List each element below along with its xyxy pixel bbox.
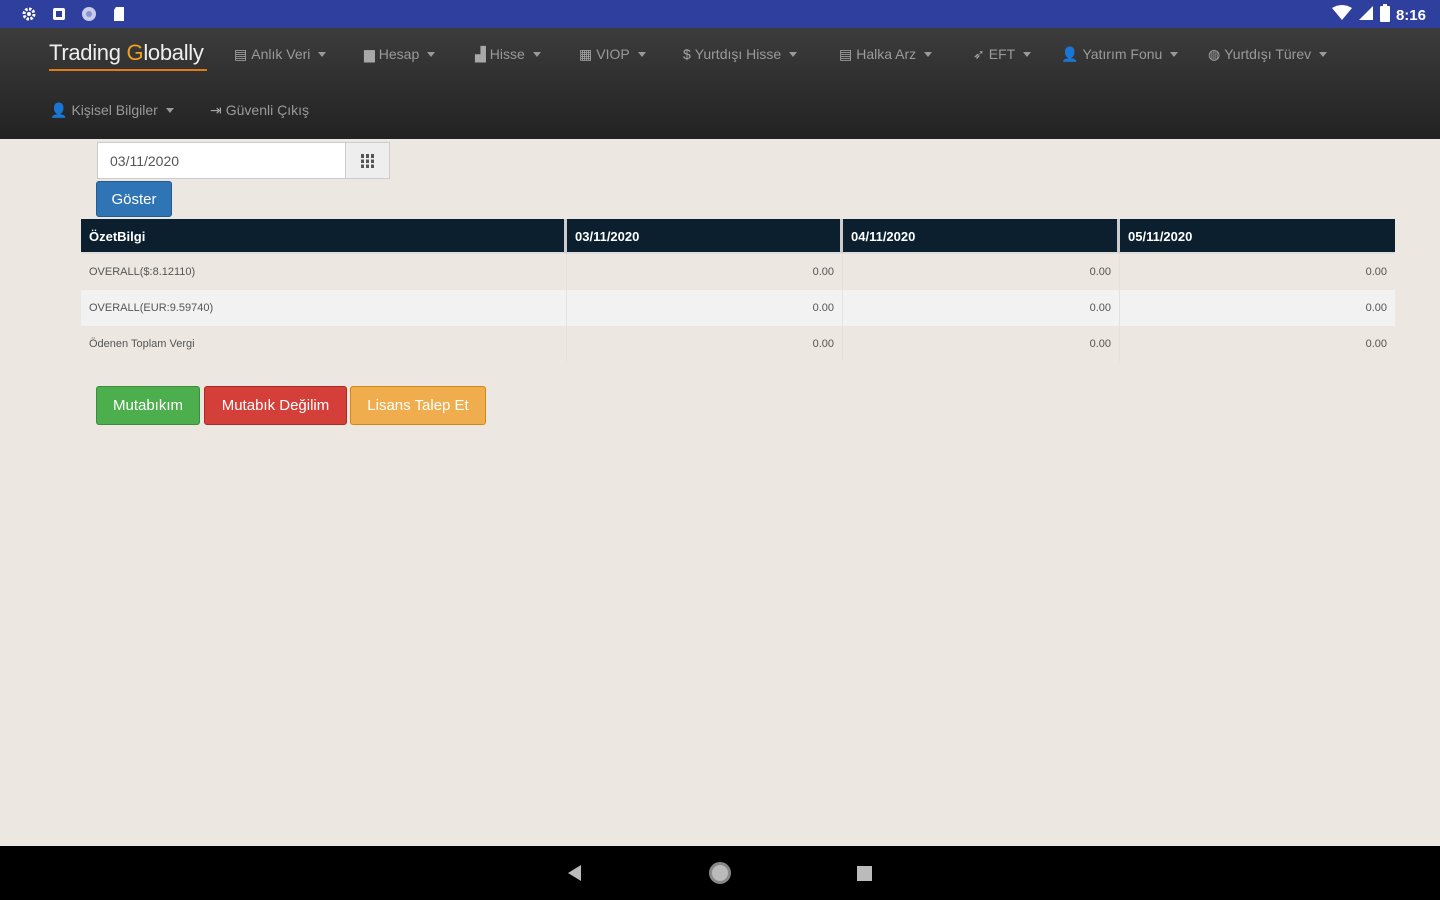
column-header: 04/11/2020	[843, 219, 1120, 254]
caret-down-icon	[1023, 51, 1032, 57]
nav-menu-row-1: ▤ Anlık Veri ▆ Hesap ▟ Hisse ▦ VIOP $ Yu…	[234, 42, 1340, 66]
table-cell: 0.00	[1365, 338, 1387, 350]
caret-down-icon	[924, 51, 933, 57]
table-row: OVERALL(EUR:9.59740) 0.00 0.00 0.00	[81, 290, 1395, 326]
column-header: 03/11/2020	[567, 219, 843, 254]
caret-down-icon	[637, 51, 646, 57]
list-icon: ▤	[839, 45, 853, 62]
caret-down-icon	[165, 107, 174, 113]
table-cell: OVERALL(EUR:9.59740)	[81, 290, 567, 326]
send-icon: ➶	[973, 45, 985, 62]
caret-down-icon	[318, 51, 327, 57]
brand-logo[interactable]: Trading Globally	[49, 40, 204, 66]
caret-down-icon	[532, 51, 541, 57]
table-cell: 0.00	[1365, 302, 1387, 314]
calendar-button[interactable]	[345, 142, 390, 179]
recent-apps-icon[interactable]	[857, 866, 872, 881]
sd-card-icon	[110, 5, 128, 23]
nav-item-halka-arz[interactable]: ▤ Halka Arz	[839, 46, 973, 63]
table-cell: 0.00	[567, 254, 843, 290]
globe-icon: ◍	[1208, 45, 1221, 62]
nav-item-kisisel-bilgiler[interactable]: 👤 Kişisel Bilgiler	[50, 102, 210, 119]
nav-item-viop[interactable]: ▦ VIOP	[579, 46, 683, 63]
column-header: ÖzetBilgi	[81, 219, 567, 254]
signal-icon	[1358, 5, 1374, 25]
agree-button[interactable]: Mutabıkım	[96, 386, 200, 425]
wifi-icon	[1331, 5, 1352, 25]
home-icon[interactable]	[709, 862, 731, 884]
nav-item-yurtdisi-hisse[interactable]: $ Yurtdışı Hisse	[683, 46, 839, 62]
request-license-button[interactable]: Lisans Talep Et	[350, 386, 486, 425]
back-icon[interactable]	[568, 865, 581, 881]
table-cell: 0.00	[843, 254, 1120, 290]
table-cell: 0.00	[567, 326, 843, 362]
caret-down-icon	[1170, 51, 1179, 57]
summary-table: ÖzetBilgi 03/11/2020 04/11/2020 05/11/20…	[81, 219, 1395, 362]
status-bar: 8:16	[0, 0, 1440, 28]
nav-item-hesap[interactable]: ▆ Hesap	[364, 46, 475, 63]
nav-item-yatirim-fonu[interactable]: 👤 Yatırım Fonu	[1061, 46, 1208, 63]
nav-menu-row-2: 👤 Kişisel Bilgiler ⇥ Güvenli Çıkış	[50, 98, 330, 122]
brand-underline	[49, 69, 207, 71]
caret-down-icon	[1319, 51, 1328, 57]
dollar-icon: $	[683, 46, 691, 62]
date-input[interactable]	[97, 142, 345, 179]
column-header: 05/11/2020	[1120, 219, 1395, 254]
table-row: Ödenen Toplam Vergi 0.00 0.00 0.00	[81, 326, 1395, 362]
nav-item-yurtdisi-turev[interactable]: ◍ Yurtdışı Türev	[1208, 46, 1340, 63]
globe-icon	[80, 5, 98, 23]
settings-icon	[20, 5, 38, 23]
battery-icon	[1379, 4, 1390, 26]
stats-icon: ▟	[475, 45, 486, 62]
user-icon: 👤	[1061, 45, 1079, 62]
app-icon	[50, 5, 68, 23]
date-picker	[97, 142, 390, 179]
logout-icon: ⇥	[210, 101, 222, 118]
table-row: OVERALL($:8.12110) 0.00 0.00 0.00	[81, 254, 1395, 290]
clock: 8:16	[1395, 6, 1426, 24]
nav-item-anlik-veri[interactable]: ▤ Anlık Veri	[234, 46, 364, 63]
table-cell: OVERALL($:8.12110)	[81, 254, 567, 290]
table-cell: 0.00	[567, 290, 843, 326]
android-nav-bar	[0, 846, 1440, 900]
user-icon: 👤	[50, 101, 68, 118]
table-cell: 0.00	[1365, 266, 1387, 278]
calendar-grid-icon	[360, 153, 375, 168]
show-button[interactable]: Göster	[96, 181, 172, 217]
list-icon: ▤	[234, 45, 248, 62]
table-cell: Ödenen Toplam Vergi	[81, 326, 567, 362]
table-cell: 0.00	[843, 326, 1120, 362]
disagree-button[interactable]: Mutabık Değilim	[204, 386, 347, 425]
caret-down-icon	[427, 51, 436, 57]
calendar-icon: ▦	[579, 45, 593, 62]
nav-item-eft[interactable]: ➶ EFT	[973, 46, 1061, 63]
top-navbar: Trading Globally ▤ Anlık Veri ▆ Hesap ▟ …	[0, 28, 1440, 139]
briefcase-icon: ▆	[364, 45, 375, 62]
table-cell: 0.00	[843, 290, 1120, 326]
caret-down-icon	[789, 51, 798, 57]
table-header: ÖzetBilgi 03/11/2020 04/11/2020 05/11/20…	[81, 219, 1395, 254]
nav-item-guvenli-cikis[interactable]: ⇥ Güvenli Çıkış	[210, 102, 330, 119]
nav-item-hisse[interactable]: ▟ Hisse	[475, 46, 579, 63]
